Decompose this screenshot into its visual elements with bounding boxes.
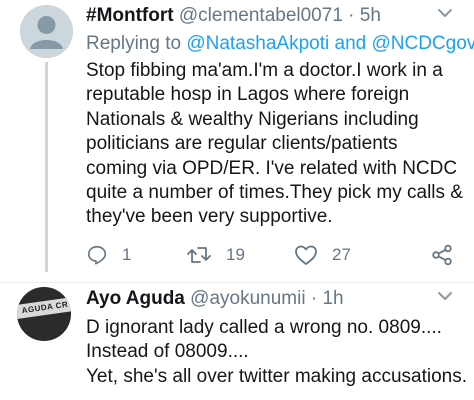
like-button[interactable]: 27 [294,244,351,266]
default-avatar-icon[interactable] [20,5,73,58]
timestamp[interactable]: 5h [360,5,381,26]
reply-count: 1 [122,245,132,264]
handle[interactable]: @ayokunumii [190,288,305,309]
tweet-text-line: reputable hosp in Lagos where foreign [86,84,410,106]
tweet-text-line: coming via OPD/ER. I've related with NCD… [86,157,458,179]
tweet-text-line: Yet, she's all over twitter making accus… [86,365,467,387]
timestamp[interactable]: 1h [322,288,343,309]
handle[interactable]: @clementabel0071 [179,5,343,26]
retweet-button[interactable]: 19 [186,244,245,266]
avatar-caption: AGUDA CR [17,296,71,320]
share-button[interactable] [431,244,453,266]
tweet-ayo-aguda[interactable]: AGUDA CR Ayo Aguda @ayokunumii · 1h D ig… [0,283,474,400]
tweet-text-line: Nationals & wealthy Nigerians including [86,108,419,130]
mention-ncdcgov[interactable]: @NCDCgov [371,33,474,54]
mention-natashaakpoti[interactable]: @NatashaAkpoti [186,33,329,54]
tweet-text-line: Stop fibbing ma'am.I'm a doctor.I work i… [86,60,443,81]
tweet-text-line: politicians are regular clients/patients [86,133,398,155]
chevron-down-icon[interactable] [436,6,454,20]
tweet-text: Stop fibbing ma'am.I'm a doctor.I work i… [86,59,466,230]
retweet-count: 19 [226,245,245,264]
tweet-text: D ignorant lady called a wrong no. 0809.… [86,316,467,389]
display-name[interactable]: Ayo Aguda [86,288,185,309]
tweet-actions: 1 19 27 [86,244,466,268]
tweet-header: #Montfort @clementabel0071 · 5h [86,4,381,28]
like-count: 27 [332,245,351,264]
tweet-text-line: Instead of 08009.... [86,341,249,363]
display-name[interactable]: #Montfort [86,5,174,26]
separator: · [348,5,355,26]
reply-button[interactable]: 1 [86,244,131,266]
tweet-text-line: D ignorant lady called a wrong no. 0809.… [86,317,442,338]
tweet-header: Ayo Aguda @ayokunumii · 1h [86,287,344,311]
separator: · [310,288,318,309]
user-avatar[interactable]: AGUDA CR [17,287,71,341]
like-icon [295,245,317,265]
tweet-text-line: quite a number of times.They pick my cal… [86,182,463,204]
chevron-down-icon[interactable] [436,289,454,303]
replying-to-and: and [334,33,367,54]
replying-to: Replying to @NatashaAkpoti and @NCDCgov [86,32,474,56]
thread-line [45,62,48,272]
reply-icon [87,245,107,265]
tweet-text-line: they've been very supportive. [86,206,333,228]
retweet-icon [187,247,211,263]
share-icon [432,244,452,266]
replying-to-label: Replying to [86,33,182,54]
tweet-montfort[interactable]: #Montfort @clementabel0071 · 5h Replying… [0,0,474,282]
